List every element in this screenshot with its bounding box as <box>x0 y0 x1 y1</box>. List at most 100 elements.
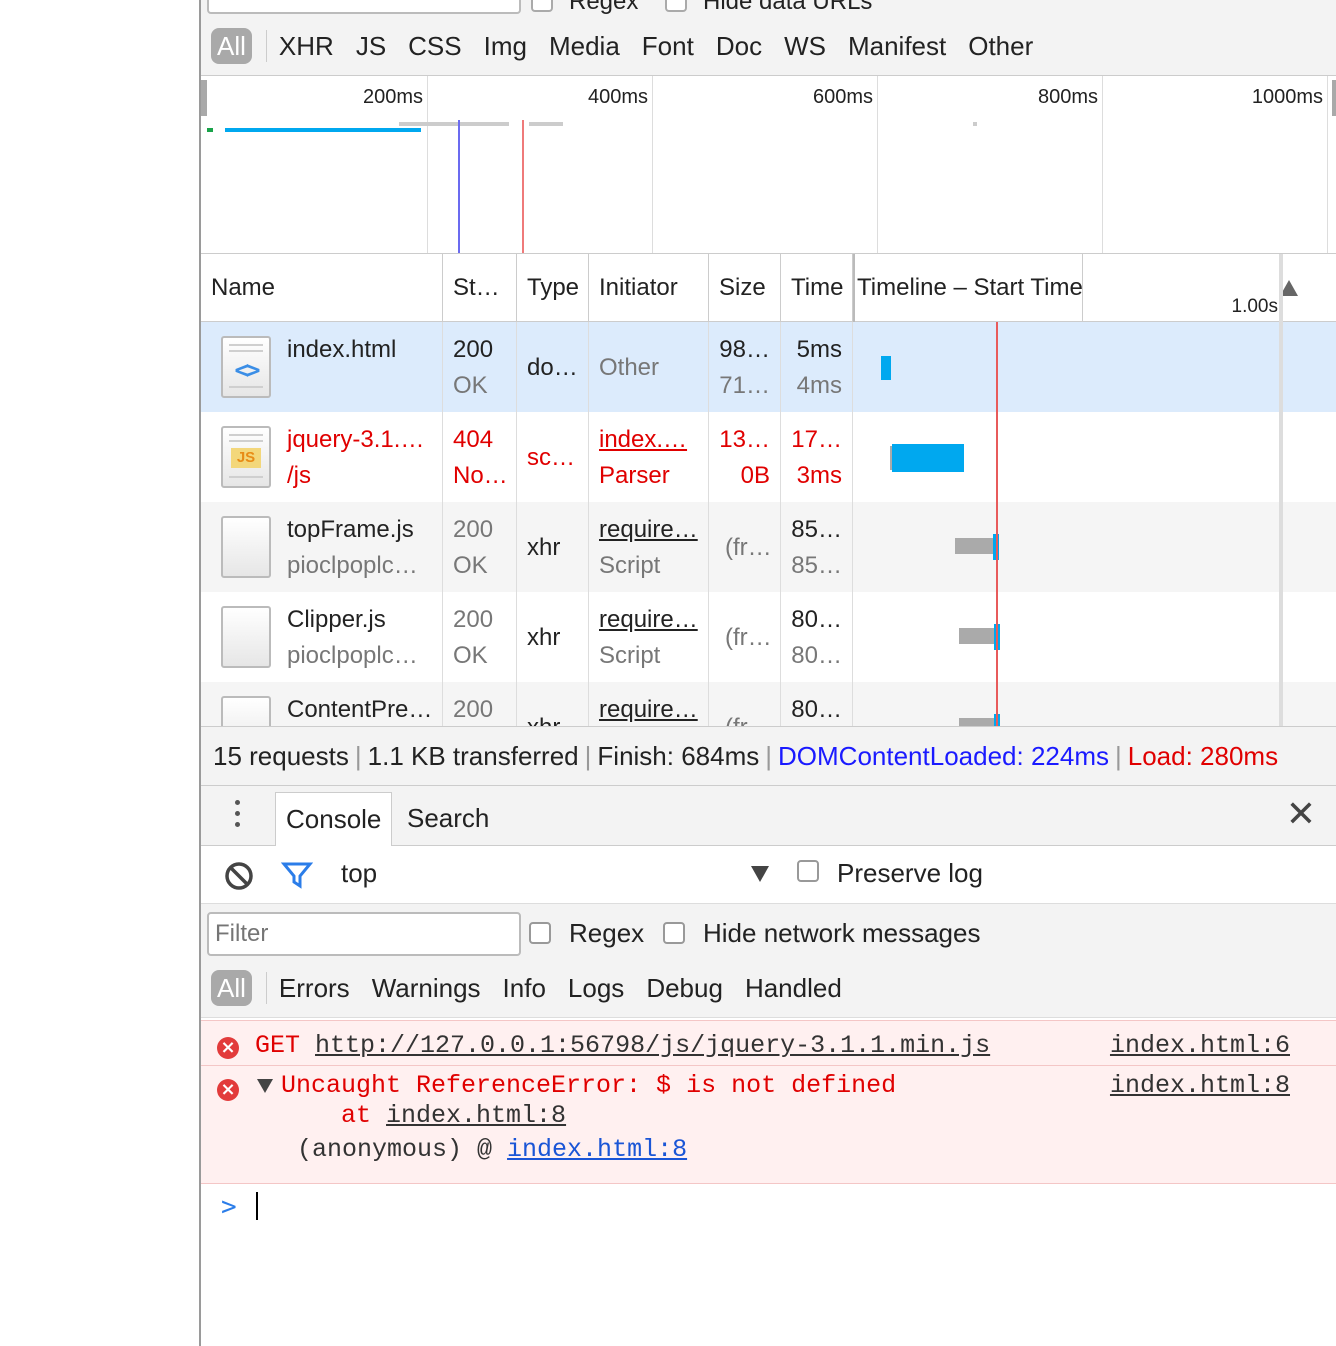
column-type[interactable]: Type <box>517 254 589 322</box>
source-link[interactable]: index.html:6 <box>1110 1031 1290 1060</box>
cell-status: 200 <box>443 682 517 726</box>
expand-triangle-icon[interactable] <box>257 1079 273 1093</box>
cell-type: xhr <box>517 502 589 592</box>
waterfall-bar <box>959 718 995 726</box>
overview-tick-label: 800ms <box>1037 86 1098 108</box>
stack-frame-link[interactable]: index.html:8 <box>386 1101 566 1130</box>
cell-time: 80… 80… <box>781 592 853 682</box>
overview-left-handle[interactable] <box>201 80 207 116</box>
load-time: Load: 280ms <box>1127 741 1279 771</box>
dom-content-loaded-time: DOMContentLoaded: 224ms <box>778 741 1109 771</box>
chevron-down-icon[interactable] <box>751 866 769 882</box>
status-code: 200 <box>453 336 494 363</box>
waterfall-bar <box>892 444 964 472</box>
cell-time: 85… 85… <box>781 502 853 592</box>
request-path: pioclpoplc… <box>287 552 418 579</box>
transferred-size: 1.1 KB transferred <box>367 741 579 771</box>
initiator-link[interactable]: require… <box>599 516 698 544</box>
column-time[interactable]: Time <box>781 254 853 322</box>
console-messages: × GET http://127.0.0.1:56798/js/jquery-3… <box>201 1020 1336 1184</box>
type-filter-js[interactable]: JS <box>356 31 386 62</box>
level-filter-warnings[interactable]: Warnings <box>372 973 481 1004</box>
hide-data-urls-checkbox[interactable] <box>665 0 687 12</box>
overview-tick-label: 400ms <box>587 86 648 108</box>
level-filter-handled[interactable]: Handled <box>745 973 842 1004</box>
type-filter-font[interactable]: Font <box>642 31 694 62</box>
divider <box>265 972 267 1004</box>
type-filter-doc[interactable]: Doc <box>716 31 762 62</box>
latency: 85… <box>791 552 842 579</box>
overview-bar <box>399 122 509 126</box>
level-filter-info[interactable]: Info <box>503 973 546 1004</box>
type-filter-other[interactable]: Other <box>968 31 1033 62</box>
initiator-link[interactable]: index.… <box>599 426 687 454</box>
log-level-filters: All Errors Warnings Info Logs Debug Hand… <box>211 968 864 1008</box>
status-code: 200 <box>453 606 494 633</box>
status-code: 200 <box>453 516 494 543</box>
hide-data-urls-label: Hide data URLs <box>703 0 873 15</box>
type-filter-css[interactable]: CSS <box>408 31 461 62</box>
level-filter-logs[interactable]: Logs <box>568 973 624 1004</box>
preserve-log-checkbox[interactable] <box>797 860 819 882</box>
cell-initiator: require… <box>589 682 709 726</box>
column-status[interactable]: St… <box>443 254 517 322</box>
latency: 4ms <box>796 372 842 399</box>
source-link[interactable]: index.html:8 <box>1110 1071 1290 1100</box>
type-filter-xhr[interactable]: XHR <box>279 31 334 62</box>
cell-status: 200 OK <box>443 502 517 592</box>
filter-icon[interactable] <box>281 860 313 890</box>
level-filter-errors[interactable]: Errors <box>279 973 350 1004</box>
request-name: index.html <box>287 336 397 363</box>
column-initiator[interactable]: Initiator <box>589 254 709 322</box>
level-filter-all[interactable]: All <box>211 970 252 1006</box>
time: 80… <box>791 696 842 723</box>
network-overview[interactable]: 200ms 400ms 600ms 800ms 1000ms <box>201 76 1336 254</box>
size: (fr… <box>725 714 772 726</box>
divider <box>265 30 267 62</box>
column-size[interactable]: Size <box>709 254 781 322</box>
type-filter-ws[interactable]: WS <box>784 31 826 62</box>
console-filter-input[interactable] <box>207 912 521 956</box>
request-type: xhr <box>527 624 561 651</box>
hide-network-checkbox[interactable] <box>663 922 685 944</box>
error-message: Uncaught ReferenceError: $ is not define… <box>281 1071 897 1100</box>
type-filter-all[interactable]: All <box>211 28 252 64</box>
content-size: 0B <box>740 462 770 489</box>
table-row[interactable]: ContentPre… 200 xhr require… (fr… 80… <box>201 682 1336 726</box>
initiator-link[interactable]: require… <box>599 606 698 634</box>
table-row[interactable]: topFrame.js pioclpoplc… 200 OK xhr requi… <box>201 502 1336 592</box>
tab-search[interactable]: Search <box>397 792 499 846</box>
message-prefix: GET <box>255 1031 316 1060</box>
tab-console[interactable]: Console <box>275 792 393 846</box>
network-regex-checkbox[interactable] <box>531 0 553 12</box>
table-row[interactable]: Clipper.js pioclpoplc… 200 OK xhr requir… <box>201 592 1336 682</box>
initiator-link[interactable]: require… <box>599 696 698 724</box>
request-name: ContentPre… <box>287 696 433 723</box>
close-icon[interactable]: ✕ <box>1286 796 1316 832</box>
overview-bar <box>207 128 213 132</box>
type-filter-img[interactable]: Img <box>484 31 527 62</box>
overview-right-handle[interactable] <box>1332 80 1336 116</box>
blank-file-icon <box>221 606 271 668</box>
console-regex-checkbox[interactable] <box>529 922 551 944</box>
request-url-link[interactable]: http://127.0.0.1:56798/js/jquery-3.1.1.m… <box>315 1031 990 1060</box>
table-scrollbar[interactable] <box>1279 254 1283 726</box>
type-filter-media[interactable]: Media <box>549 31 620 62</box>
level-filter-debug[interactable]: Debug <box>646 973 723 1004</box>
column-name[interactable]: Name <box>201 254 443 322</box>
more-menu-icon[interactable] <box>235 800 241 833</box>
console-input-caret[interactable] <box>256 1192 258 1220</box>
inspected-page-area <box>0 0 199 1346</box>
type-filter-manifest[interactable]: Manifest <box>848 31 946 62</box>
call-stack-link[interactable]: index.html:8 <box>507 1135 687 1164</box>
table-row[interactable]: <> index.html 200 OK do… Other 98… 71… 5… <box>201 322 1336 412</box>
network-filter-input[interactable] <box>207 0 521 14</box>
execution-context-selector[interactable]: top <box>341 858 377 889</box>
console-toolbar: top Preserve log <box>201 846 1336 904</box>
cell-size: (fr… <box>709 502 781 592</box>
finish-time: Finish: 684ms <box>597 741 760 771</box>
waterfall-bar <box>881 356 891 380</box>
clear-console-icon[interactable] <box>223 860 255 892</box>
overview-gridline <box>1327 76 1328 253</box>
table-row[interactable]: JS jquery-3.1.… /js 404 No… sc… index.… … <box>201 412 1336 502</box>
